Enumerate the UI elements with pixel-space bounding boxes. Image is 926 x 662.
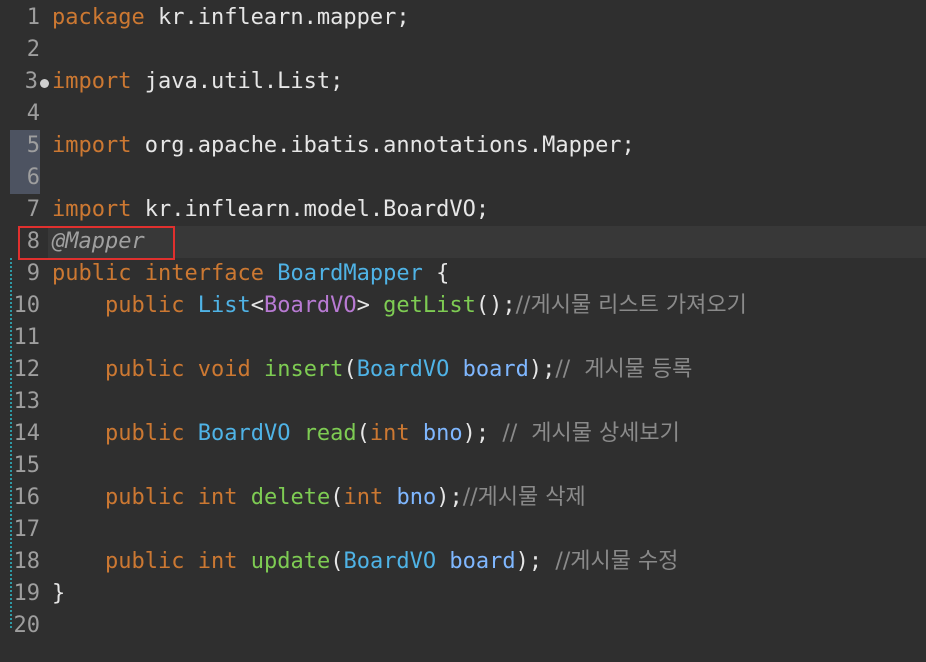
generic-type: BoardVO (263, 293, 357, 318)
punctuation: ); (462, 421, 490, 446)
parameter: board (449, 549, 516, 574)
method-name: insert (263, 357, 344, 382)
code-editor[interactable]: 1 2 3 4 5 6 7 8 9 10 11 12 13 14 15 16 1… (0, 0, 926, 662)
fold-collapse-dot-icon[interactable] (40, 79, 49, 88)
punctuation: ); (515, 549, 543, 574)
line-number: 11 (13, 325, 41, 350)
type-name: List (197, 293, 251, 318)
code-line[interactable]: import kr.inflearn.model.BoardVO; (52, 194, 926, 226)
line-number: 12 (13, 357, 41, 382)
comment: //게시물 수정 (555, 549, 679, 574)
method-name: update (250, 549, 331, 574)
keyword: public (52, 261, 132, 286)
line-number: 7 (26, 197, 40, 222)
code-line[interactable]: public int delete(int bno);//게시물 삭제 (52, 482, 926, 514)
line-number: 13 (13, 389, 41, 414)
method-name: delete (250, 485, 331, 510)
keyword: interface (144, 261, 264, 286)
line-number: 14 (13, 421, 41, 446)
line-number: 18 (13, 549, 41, 574)
code-line[interactable]: public interface BoardMapper { (52, 258, 926, 290)
keyword: public (104, 421, 185, 446)
code-line[interactable]: } (52, 578, 926, 610)
code-text: java.util.List; (131, 69, 344, 94)
code-text: kr.inflearn.model.BoardVO; (131, 197, 490, 222)
code-text: kr.inflearn.mapper; (144, 5, 410, 30)
code-content[interactable]: package kr.inflearn.mapper; import java.… (52, 0, 926, 662)
punctuation: ( (343, 357, 357, 382)
keyword: package (52, 5, 145, 30)
punctuation: < (250, 293, 264, 318)
line-number: 3 (24, 69, 38, 94)
brace: { (422, 261, 450, 286)
keyword: public (104, 485, 185, 510)
code-line[interactable]: public List<BoardVO> getList();//게시물 리스트… (52, 290, 926, 322)
code-text: org.apache.ibatis.annotations.Mapper; (131, 133, 635, 158)
code-line[interactable]: public BoardVO read(int bno); // 게시물 상세보… (52, 418, 926, 450)
keyword: int (197, 549, 238, 574)
keyword: int (343, 485, 384, 510)
line-number: 19 (13, 581, 41, 606)
keyword: public (104, 357, 185, 382)
code-line[interactable]: public void insert(BoardVO board);// 게시물… (52, 354, 926, 386)
keyword: int (369, 421, 410, 446)
keyword: import (52, 133, 132, 158)
punctuation: ); (436, 485, 463, 510)
punctuation: ); (528, 357, 556, 382)
code-line[interactable]: import org.apache.ibatis.annotations.Map… (52, 130, 926, 162)
line-number: 9 (26, 261, 40, 286)
line-number: 4 (26, 101, 40, 126)
keyword: import (52, 69, 132, 94)
punctuation: ( (330, 549, 344, 574)
annotation-highlight-box (18, 226, 175, 260)
line-number: 17 (13, 517, 41, 542)
keyword: import (52, 197, 132, 222)
line-number-gutter: 1 2 3 4 5 6 7 8 9 10 11 12 13 14 15 16 1… (0, 0, 49, 662)
parameter: bno (396, 485, 437, 510)
code-line[interactable]: package kr.inflearn.mapper; (52, 2, 926, 34)
punctuation: (); (475, 293, 516, 318)
comment: //게시물 삭제 (462, 485, 586, 510)
line-number: 20 (13, 613, 41, 638)
keyword: public (104, 549, 185, 574)
line-number: 2 (26, 37, 40, 62)
type-name: BoardVO (356, 357, 450, 382)
method-name: read (303, 421, 357, 446)
punctuation: > (356, 293, 370, 318)
line-number: 6 (26, 165, 40, 190)
code-line[interactable]: public int update(BoardVO board); //게시물 … (52, 546, 926, 578)
comment: // 게시물 등록 (555, 357, 693, 382)
code-line[interactable]: @Mapper (52, 226, 926, 258)
brace: } (52, 581, 66, 606)
comment: //게시물 리스트 가져오기 (515, 293, 747, 318)
line-number: 5 (26, 133, 40, 158)
comment: // 게시물 상세보기 (502, 421, 680, 446)
line-number: 10 (13, 293, 41, 318)
line-number: 15 (13, 453, 41, 478)
parameter: board (462, 357, 529, 382)
keyword: int (197, 485, 238, 510)
punctuation: ( (356, 421, 370, 446)
parameter: bno (422, 421, 463, 446)
type-name: BoardVO (343, 549, 437, 574)
keyword: public (104, 293, 185, 318)
keyword: void (197, 357, 251, 382)
punctuation: ( (330, 485, 344, 510)
line-number: 16 (13, 485, 41, 510)
code-line[interactable]: import java.util.List; (52, 66, 926, 98)
type-name: BoardMapper (277, 261, 423, 286)
type-name: BoardVO (197, 421, 291, 446)
method-name: getList (383, 293, 476, 318)
line-number: 1 (26, 5, 40, 30)
